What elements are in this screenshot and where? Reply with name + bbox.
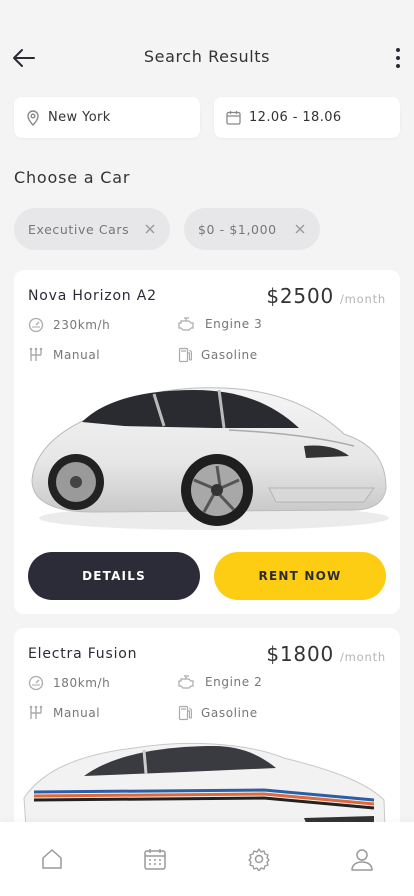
spec-speed: 180km/h <box>28 675 110 691</box>
bottom-tab-bar <box>0 822 414 896</box>
section-title: Choose a Car <box>14 168 131 187</box>
calendar-icon <box>226 111 241 125</box>
fuel-icon <box>178 705 192 721</box>
tab-calendar[interactable] <box>125 839 185 879</box>
header: Search Results <box>0 0 414 90</box>
date-range-field[interactable]: 12.06 - 18.06 <box>214 97 400 138</box>
car-name: Nova Horizon A2 <box>28 288 157 304</box>
car-card[interactable]: Electra Fusion $1800 /month 180km/h Engi… <box>14 628 400 838</box>
calendar-icon <box>144 849 166 870</box>
home-icon <box>42 849 62 869</box>
engine-icon <box>178 317 194 331</box>
spec-transmission: Manual <box>28 705 100 721</box>
gear-icon <box>248 848 270 871</box>
spec-transmission: Manual <box>28 347 100 363</box>
filter-chip-label: Executive Cars <box>28 221 130 237</box>
page-title: Search Results <box>143 47 271 66</box>
spec-engine: Engine 2 <box>178 675 262 689</box>
car-name: Electra Fusion <box>28 646 138 662</box>
fuel-icon <box>178 347 192 363</box>
spec-fuel: Gasoline <box>178 347 258 363</box>
date-range-value: 12.06 - 18.06 <box>249 110 342 125</box>
close-icon[interactable] <box>292 221 308 237</box>
profile-icon <box>351 849 373 871</box>
spec-speed: 230km/h <box>28 317 110 333</box>
price: $2500 /month <box>266 284 386 308</box>
location-pin-icon <box>27 109 39 126</box>
dot <box>396 48 400 52</box>
close-icon[interactable] <box>142 221 158 237</box>
spec-fuel-value: Gasoline <box>201 348 258 362</box>
dot <box>396 56 400 60</box>
car-card[interactable]: Nova Horizon A2 $2500 /month 230km/h Eng… <box>14 270 400 614</box>
tab-profile[interactable] <box>332 839 392 879</box>
tab-home[interactable] <box>22 839 82 879</box>
speedometer-icon <box>28 317 44 333</box>
spec-transmission-value: Manual <box>53 348 101 362</box>
filter-chip[interactable]: $0 - $1,000 <box>184 208 320 250</box>
rent-now-button[interactable]: RENT NOW <box>214 552 386 600</box>
spec-speed-value: 180km/h <box>53 676 111 690</box>
spec-transmission-value: Manual <box>53 706 101 720</box>
price-unit: /month <box>340 650 386 664</box>
location-value: New York <box>48 110 111 125</box>
price-value: $2500 <box>266 284 334 308</box>
location-field[interactable]: New York <box>14 97 200 138</box>
price: $1800 /month <box>266 642 386 666</box>
spec-fuel: Gasoline <box>178 705 258 721</box>
gearbox-icon <box>29 347 43 361</box>
price-value: $1800 <box>266 642 334 666</box>
details-button[interactable]: DETAILS <box>28 552 200 600</box>
spec-engine-value: Engine 3 <box>205 317 263 331</box>
spec-fuel-value: Gasoline <box>201 706 258 720</box>
gearbox-icon <box>29 705 43 719</box>
more-options-button[interactable] <box>390 44 406 72</box>
car-image <box>31 387 389 530</box>
spec-engine: Engine 3 <box>178 317 262 331</box>
filter-chip[interactable]: Executive Cars <box>14 208 170 250</box>
tab-settings[interactable] <box>229 839 289 879</box>
engine-icon <box>178 675 194 689</box>
dot <box>396 64 400 68</box>
filter-chip-label: $0 - $1,000 <box>198 221 277 237</box>
spec-speed-value: 230km/h <box>53 318 111 332</box>
price-unit: /month <box>340 292 386 306</box>
speedometer-icon <box>28 675 44 691</box>
spec-engine-value: Engine 2 <box>205 675 263 689</box>
